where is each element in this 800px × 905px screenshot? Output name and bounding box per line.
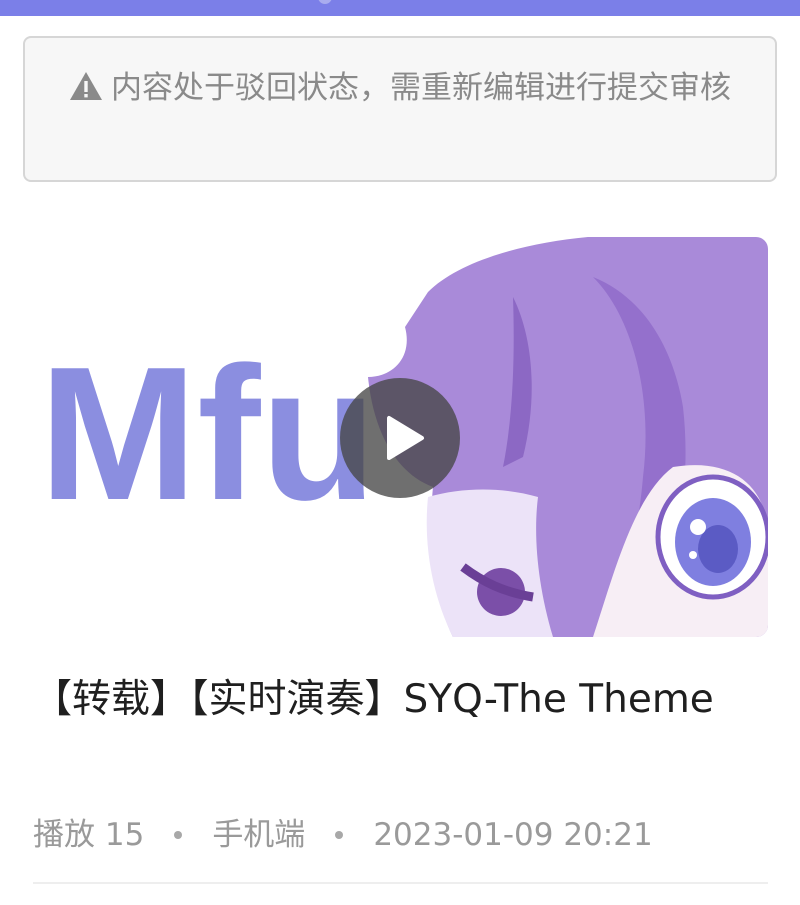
rejection-alert: 内容处于驳回状态，需重新编辑进行提交审核 <box>23 36 777 182</box>
thumbnail-logo-text: Mfu <box>39 328 377 540</box>
play-button[interactable] <box>340 378 460 498</box>
play-icon <box>387 416 424 460</box>
video-meta: 播放 15 手机端 2023-01-09 20:21 <box>33 812 768 858</box>
upload-source: 手机端 <box>212 817 306 853</box>
views-label: 播放 <box>33 817 95 853</box>
meta-separator-dot <box>174 830 183 839</box>
video-title[interactable]: 【转载】【实时演奏】SYQ-The Theme <box>33 668 768 731</box>
meta-separator-dot <box>335 830 344 839</box>
upload-datetime: 2023-01-09 20:21 <box>373 817 653 853</box>
status-bar-notch <box>318 0 332 4</box>
warning-triangle-icon <box>70 72 102 100</box>
divider <box>33 882 768 884</box>
status-bar <box>0 0 800 16</box>
view-count: 15 <box>104 817 145 853</box>
video-thumbnail[interactable]: Mfu <box>33 237 768 637</box>
alert-text: 内容处于驳回状态，需重新编辑进行提交审核 <box>111 70 731 106</box>
